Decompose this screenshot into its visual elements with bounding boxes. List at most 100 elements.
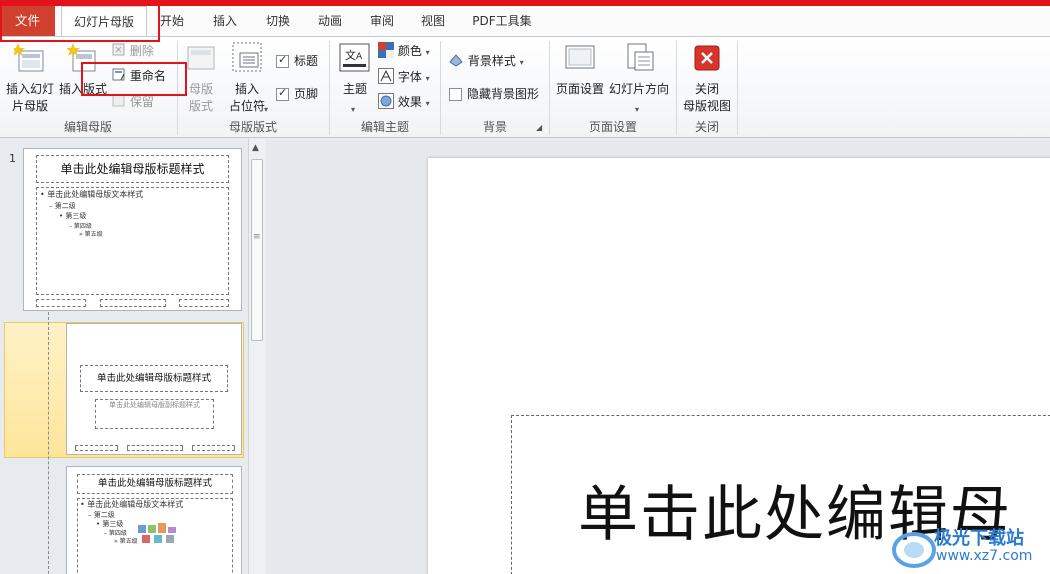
- page-setup-button[interactable]: 页面设置: [554, 43, 606, 117]
- group-label-close: 关闭: [694, 120, 719, 134]
- insert-layout-label: 插入版式: [58, 82, 107, 96]
- background-dialog-launcher-icon[interactable]: ◢: [536, 123, 542, 132]
- fonts-label: 字体: [397, 70, 422, 84]
- thumbnail-title: 单击此处编辑母版标题样式: [60, 162, 205, 176]
- insert-layout-button[interactable]: 插入版式: [58, 43, 108, 117]
- slide-orientation-button[interactable]: 幻灯片方向 ▾: [608, 43, 670, 117]
- group-label-edit-master: 编辑母版: [63, 120, 112, 134]
- close-master-view-button[interactable]: 关闭 母版视图: [680, 43, 734, 117]
- thumbnail-footer-placeholder: [100, 299, 166, 307]
- thumbnail-body-line: » 第五级: [79, 231, 103, 238]
- insert-placeholder-button[interactable]: 插入 占位符 ▾: [224, 41, 270, 117]
- background-styles-dropdown-icon: ▾: [519, 58, 524, 67]
- colors-dropdown-icon: ▾: [425, 48, 430, 57]
- thumbnail-title-placeholder: 单击此处编辑母版标题样式: [36, 155, 229, 183]
- thumbnail-number-placeholder: [192, 445, 235, 451]
- effects-button[interactable]: 效果 ▾: [378, 92, 430, 112]
- thumbnail-content-layout[interactable]: 单击此处编辑母版标题样式 • 单击此处编辑母版文本样式 – 第二级 • 第三级 …: [66, 466, 242, 574]
- thumbnail-footer-placeholder: [127, 445, 183, 451]
- preserve-button[interactable]: 保留: [112, 92, 154, 112]
- fonts-dropdown-icon: ▾: [425, 74, 430, 83]
- tab-slide-master[interactable]: 幻灯片母版: [61, 6, 147, 37]
- tab-file[interactable]: 文件: [0, 6, 55, 36]
- thumbnail-subtitle: 单击此处编辑母版副标题样式: [109, 401, 200, 409]
- background-styles-icon: [449, 54, 463, 67]
- slide-orientation-dropdown-icon: ▾: [635, 105, 640, 114]
- thumbnail-title-placeholder: 单击此处编辑母版标题样式: [77, 474, 233, 494]
- thumbnail-body-line: » 第五级: [114, 538, 138, 545]
- insert-placeholder-icon: [232, 42, 262, 72]
- rename-button[interactable]: 重命名: [112, 66, 166, 86]
- rename-icon: [112, 68, 125, 81]
- thumbnail-body-placeholder: • 单击此处编辑母版文本样式 – 第二级 • 第三级 – 第四级 » 第五级: [36, 187, 229, 295]
- tab-transition[interactable]: 切换: [258, 6, 298, 36]
- delete-label: 删除: [129, 44, 154, 58]
- hide-background-graphics-label: 隐藏背景图形: [467, 87, 540, 101]
- master-layout-button[interactable]: 母版 版式: [182, 43, 220, 117]
- footer-check-label: 页脚: [294, 87, 319, 101]
- theme-button[interactable]: 文 A 主题 ▾: [336, 43, 374, 117]
- effects-dropdown-icon: ▾: [425, 99, 430, 108]
- slide-orientation-label: 幻灯片方向: [608, 82, 669, 96]
- scroll-grip-icon: ≡: [253, 232, 261, 242]
- tab-pdf-tools[interactable]: PDF工具集: [466, 6, 538, 36]
- title-checkbox[interactable]: [276, 53, 289, 68]
- group-label-background: 背景: [482, 120, 507, 134]
- title-check-label: 标题: [294, 54, 319, 68]
- group-label-master-layout: 母版版式: [228, 120, 277, 134]
- insert-placeholder-dropdown-icon: ▾: [264, 105, 269, 114]
- delete-button[interactable]: 删除: [112, 41, 154, 61]
- fonts-button[interactable]: 字体 ▾: [378, 67, 430, 87]
- thumbnail-title: 单击此处编辑母版标题样式: [97, 478, 212, 489]
- hide-background-graphics-checkbox[interactable]: [449, 88, 462, 101]
- colors-label: 颜色: [397, 44, 422, 58]
- delete-icon: [112, 43, 125, 56]
- thumbnail-title-layout[interactable]: 单击此处编辑母版标题样式 单击此处编辑母版副标题样式: [66, 323, 242, 455]
- insert-slide-master-label: 插入幻灯 片母版: [5, 82, 54, 113]
- footer-checkbox[interactable]: [276, 86, 289, 101]
- ribbon-tab-row: 文件 幻灯片母版 开始 插入 切换 动画 审阅 视图 PDF工具集: [0, 6, 1050, 37]
- thumbnail-subtitle-placeholder: 单击此处编辑母版副标题样式: [95, 399, 214, 429]
- effects-icon: [378, 93, 394, 109]
- theme-icon: 文 A: [339, 43, 370, 72]
- tab-insert[interactable]: 插入: [205, 6, 245, 36]
- layout-connector: [48, 312, 49, 574]
- close-master-view-label: 关闭 母版视图: [682, 82, 731, 113]
- preserve-label: 保留: [129, 95, 154, 109]
- thumbnail-body-line: – 第二级: [88, 511, 115, 519]
- thumbnail-body-line: • 第三级: [59, 212, 87, 220]
- thumbnail-body-line: • 第三级: [96, 520, 124, 528]
- theme-label: 主题: [342, 82, 367, 96]
- background-styles-button[interactable]: 背景样式 ▾: [448, 51, 524, 71]
- content-placeholder-icons: [138, 523, 176, 543]
- page-setup-icon: [565, 45, 595, 69]
- tab-animation[interactable]: 动画: [310, 6, 350, 36]
- preserve-icon: [112, 94, 125, 107]
- background-styles-label: 背景样式: [467, 54, 516, 68]
- scroll-up-icon[interactable]: ▲: [252, 143, 259, 153]
- group-label-page-setup: 页面设置: [588, 120, 637, 134]
- thumbnail-slide-master[interactable]: 单击此处编辑母版标题样式 • 单击此处编辑母版文本样式 – 第二级 • 第三级 …: [23, 148, 242, 311]
- effects-label: 效果: [397, 95, 422, 109]
- ribbon: 插入幻灯 片母版 插入版式 删除 重命名 保留 编辑母版 母版 版式 插入 占位…: [0, 36, 1050, 138]
- scroll-thumb[interactable]: [251, 159, 263, 341]
- page-setup-label: 页面设置: [555, 82, 604, 96]
- group-label-edit-theme: 编辑主题: [360, 120, 409, 134]
- thumbnail-number-placeholder: [179, 299, 229, 307]
- colors-icon: [378, 42, 394, 58]
- tab-review[interactable]: 审阅: [362, 6, 402, 36]
- master-layout-icon: [187, 46, 215, 70]
- tab-start[interactable]: 开始: [152, 6, 192, 36]
- thumbnail-title: 单击此处编辑母版标题样式: [96, 373, 211, 384]
- group-separator: [737, 41, 738, 135]
- thumbnail-title-placeholder: 单击此处编辑母版标题样式: [80, 365, 228, 392]
- thumbnail-scrollbar[interactable]: ▲ ≡: [248, 139, 265, 574]
- insert-slide-master-button[interactable]: 插入幻灯 片母版: [2, 43, 58, 117]
- thumbnail-body-line: – 第二级: [49, 202, 76, 210]
- svg-text:文: 文: [345, 48, 356, 62]
- thumbnail-body-line: • 单击此处编辑母版文本样式: [40, 190, 144, 199]
- tab-view[interactable]: 视图: [413, 6, 453, 36]
- colors-button[interactable]: 颜色 ▾: [378, 41, 430, 61]
- master-layout-label: 母版 版式: [188, 82, 213, 113]
- slide-orientation-icon: [627, 43, 654, 71]
